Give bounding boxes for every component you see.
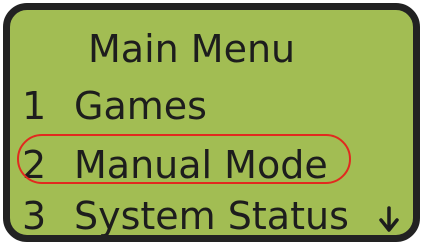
menu-item-label: Games xyxy=(74,84,207,128)
menu-item-label: System Status xyxy=(74,194,349,238)
lcd-screen: Main Menu 1 Games 2 Manual Mode 3 System… xyxy=(3,3,420,242)
menu-item-label: Manual Mode xyxy=(74,143,328,187)
menu-title: Main Menu xyxy=(88,27,296,71)
menu-item-number: 2 xyxy=(22,143,47,187)
menu-item-number: 3 xyxy=(22,194,47,238)
arrow-down-icon[interactable] xyxy=(378,206,400,234)
menu-item-number: 1 xyxy=(22,84,47,128)
